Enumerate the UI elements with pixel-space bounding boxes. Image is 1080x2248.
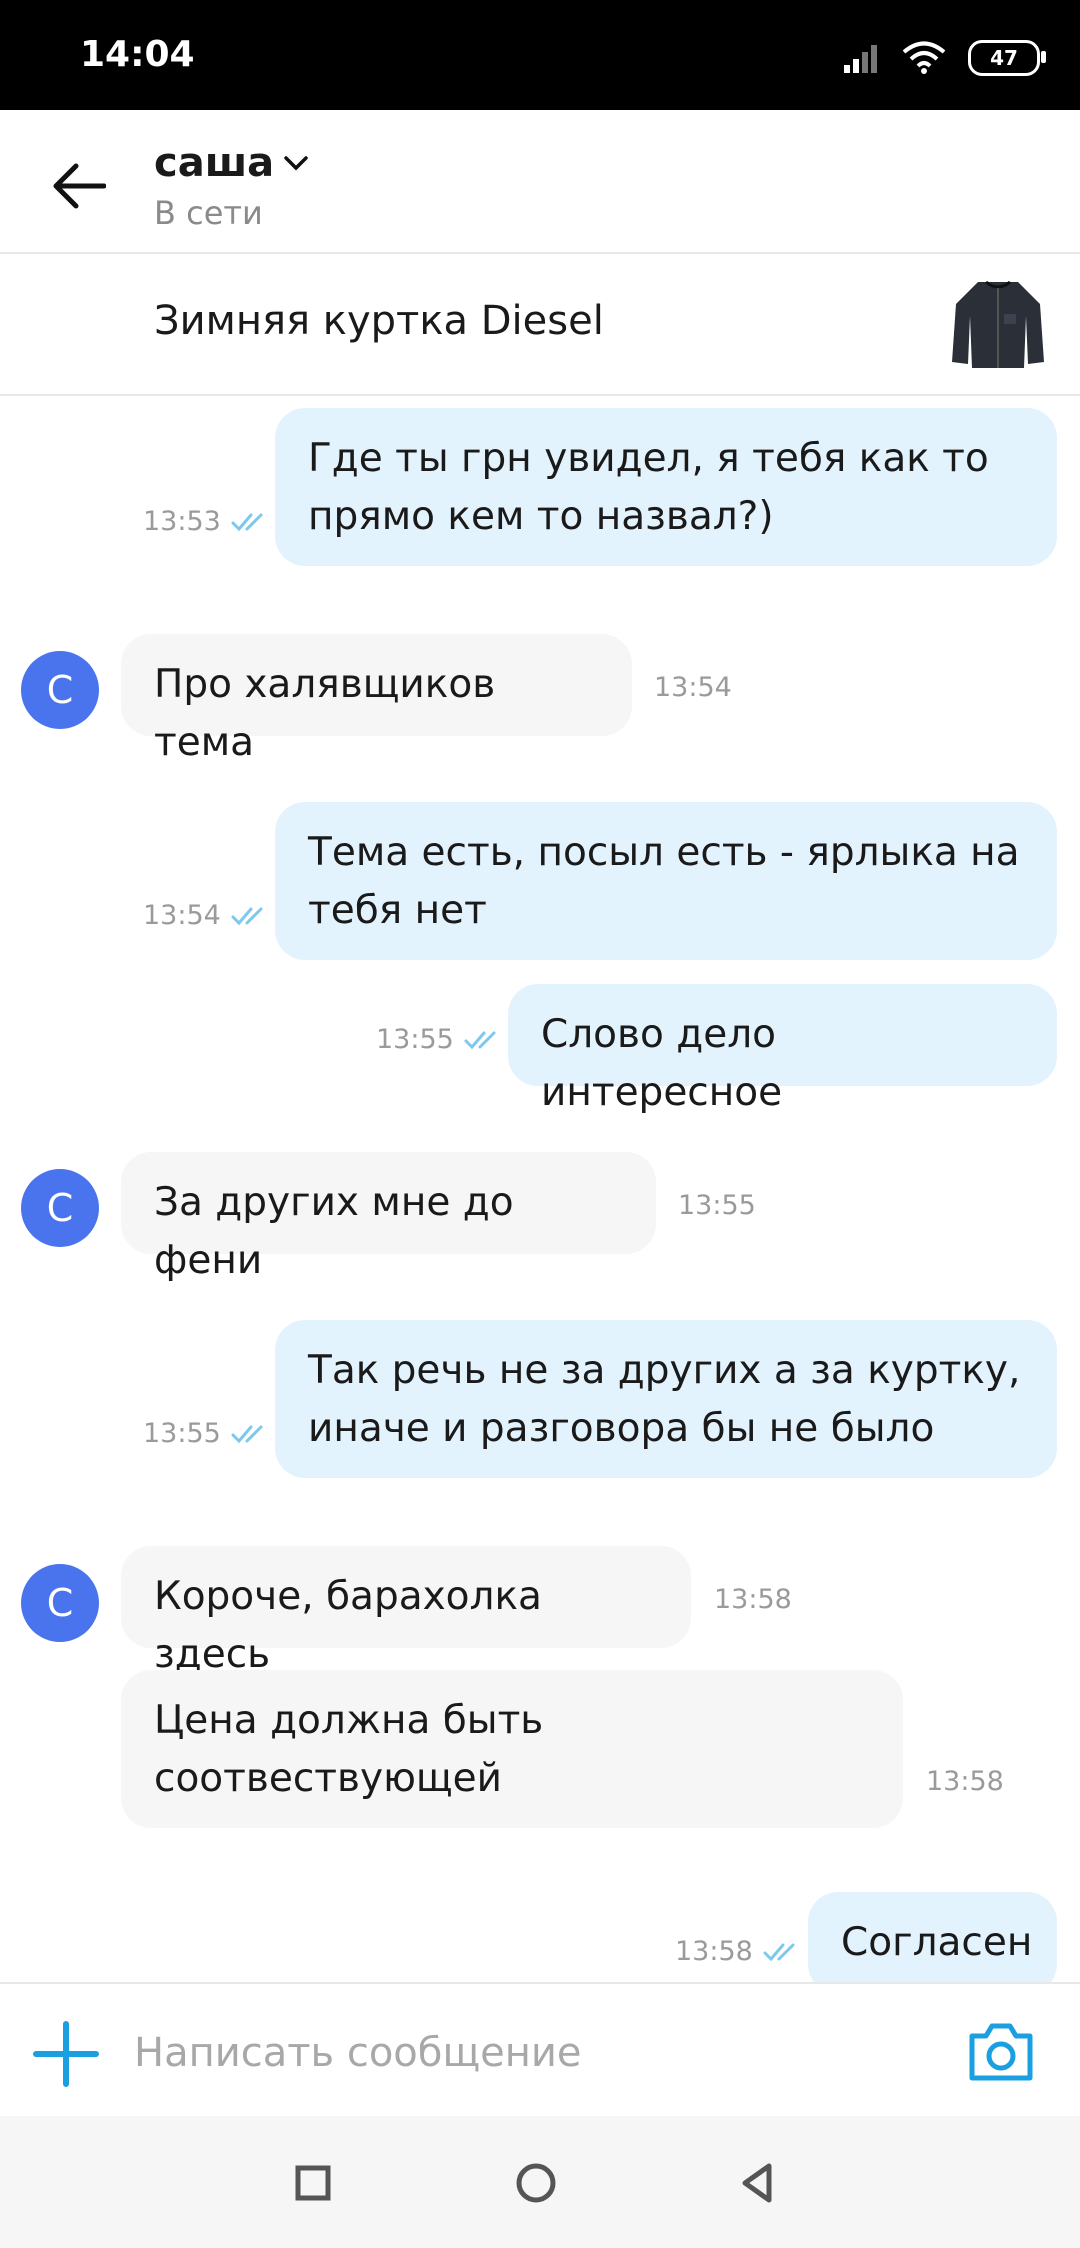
chevron-down-icon: [284, 156, 308, 171]
message-time: 13:58: [926, 1766, 1004, 1797]
double-check-icon: [231, 513, 263, 531]
nav-square-icon[interactable]: [288, 2158, 338, 2208]
nav-triangle-icon[interactable]: [733, 2158, 783, 2208]
message-list[interactable]: 13:53 Где ты грн увидел, я тебя как то п…: [0, 396, 1080, 1982]
message-bubble-incoming[interactable]: Цена должна быть соотвествующей: [121, 1670, 903, 1828]
message-input[interactable]: [132, 2010, 936, 2096]
back-arrow-icon[interactable]: [50, 162, 106, 210]
nav-circle-icon[interactable]: [511, 2158, 561, 2208]
message-composer: [0, 1982, 1080, 2118]
message-time: 13:58: [675, 1936, 801, 1967]
plus-icon[interactable]: [32, 2020, 100, 2088]
signal-icon: [844, 45, 877, 73]
message-bubble-outgoing[interactable]: Так речь не за других а за куртку, иначе…: [275, 1320, 1057, 1478]
message-bubble-outgoing[interactable]: Слово дело интересное: [508, 984, 1057, 1115]
product-title: Зимняя куртка Diesel: [154, 298, 604, 344]
status-time: 14:04: [80, 34, 195, 75]
status-icons: 47: [844, 38, 1046, 78]
message-bubble-incoming[interactable]: Короче, барахолка здесь: [121, 1546, 691, 1677]
message-time: 13:55: [678, 1190, 756, 1221]
avatar[interactable]: С: [21, 1564, 99, 1642]
message-bubble-outgoing[interactable]: Согласен: [808, 1892, 1057, 1982]
message-time: 13:58: [714, 1584, 792, 1615]
message-bubble-incoming[interactable]: За других мне до фени: [121, 1152, 656, 1283]
avatar[interactable]: С: [21, 651, 99, 729]
avatar[interactable]: С: [21, 1169, 99, 1247]
wifi-icon: [902, 41, 946, 74]
message-bubble-incoming[interactable]: Про халявщиков тема: [121, 634, 632, 765]
message-bubble-outgoing[interactable]: Где ты грн увидел, я тебя как то прямо к…: [275, 408, 1057, 566]
message-time: 13:54: [654, 672, 732, 703]
double-check-icon: [464, 1031, 496, 1049]
battery-icon: 47: [968, 40, 1046, 76]
double-check-icon: [231, 907, 263, 925]
contact-status: В сети: [154, 194, 263, 232]
battery-level: 47: [990, 46, 1018, 70]
contact-name-dropdown[interactable]: саша: [154, 140, 310, 186]
message-time: 13:55: [143, 1418, 269, 1449]
contact-name: саша: [154, 140, 275, 186]
chat-header: саша В сети: [0, 110, 1080, 254]
message-time: 13:54: [143, 900, 269, 931]
double-check-icon: [231, 1425, 263, 1443]
product-thumbnail[interactable]: [948, 274, 1048, 374]
message-bubble-outgoing[interactable]: Тема есть, посыл есть - ярлыка на тебя н…: [275, 802, 1057, 960]
product-banner[interactable]: Зимняя куртка Diesel: [0, 254, 1080, 396]
message-time: 13:53: [143, 506, 269, 537]
system-nav-bar: [0, 2116, 1080, 2248]
camera-icon[interactable]: [966, 2020, 1036, 2084]
double-check-icon: [763, 1943, 795, 1961]
status-bar: 14:04 47: [0, 0, 1080, 110]
message-time: 13:55: [376, 1024, 502, 1055]
